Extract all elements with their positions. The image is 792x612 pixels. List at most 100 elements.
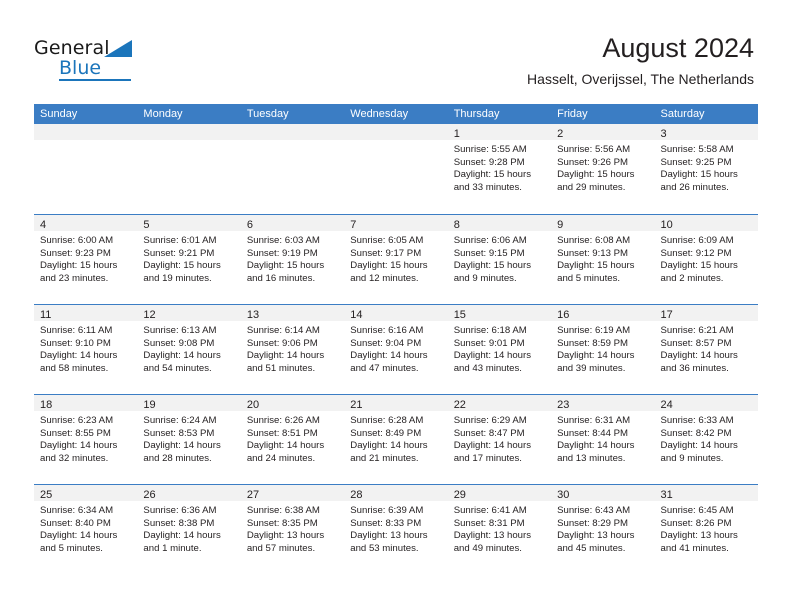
day-sun-info: Sunrise: 6:01 AM Sunset: 9:21 PM Daylight:… [137,231,240,285]
day-info-line: Sunrise: 5:58 AM [660,144,734,155]
day-info-line: Sunrise: 6:31 AM [557,415,631,426]
day-info-line: Sunrise: 6:23 AM [40,415,114,426]
day-number-band: 19 [137,395,241,411]
calendar-day-cell[interactable]: 20 Sunrise: 6:26 AM Sunset: 8:51 PM Dayligh… [240,395,345,484]
day-number-band: 9 [551,215,655,231]
day-info-line: Sunset: 8:26 PM [660,517,732,529]
day-info-line: and 33 minutes. [453,181,522,193]
calendar-page: General Blue August 2024 Hasselt, Overij… [0,0,792,612]
calendar-day-cell[interactable]: 25 Sunrise: 6:34 AM Sunset: 8:40 PM Dayligh… [34,485,138,574]
calendar-day-cell[interactable]: 23 Sunrise: 6:31 AM Sunset: 8:44 PM Dayligh… [551,395,655,484]
calendar-day-cell[interactable]: 22 Sunrise: 6:29 AM Sunset: 8:47 PM Dayligh… [447,395,552,484]
day-number: 12 [143,309,156,321]
calendar-day-cell[interactable]: 1 Sunrise: 5:55 AM Sunset: 9:28 PM Daylight… [447,124,552,214]
calendar-day-cell[interactable]: 7 Sunrise: 6:05 AM Sunset: 9:17 PM Daylight… [344,215,448,304]
day-number-band: 6 [240,215,345,231]
day-number: 23 [557,399,570,411]
day-sun-info: Sunrise: 6:14 AM Sunset: 9:06 PM Daylight:… [241,321,344,375]
day-info-line: Sunset: 9:08 PM [143,337,215,349]
day-info-line: and 13 minutes. [557,452,626,464]
calendar-day-cell[interactable]: 9 Sunrise: 6:08 AM Sunset: 9:13 PM Daylight… [551,215,655,304]
calendar-day-cell[interactable]: 15 Sunrise: 6:18 AM Sunset: 9:01 PM Dayligh… [447,305,552,394]
calendar-day-cell[interactable]: 26 Sunrise: 6:36 AM Sunset: 8:38 PM Dayligh… [137,485,241,574]
brand-logo[interactable]: General Blue [34,38,154,84]
day-info-line: and 58 minutes. [40,362,109,374]
day-info-line: Daylight: 15 hours [660,169,738,181]
calendar-week-row: 11 Sunrise: 6:11 AM Sunset: 9:10 PM Dayligh… [34,304,758,394]
day-info-line: and 26 minutes. [660,181,729,193]
day-info-line: and 49 minutes. [453,542,522,554]
weekday-header-wednesday: Wednesday [350,108,409,120]
day-info-line: and 2 minutes. [660,272,724,284]
calendar-day-cell[interactable]: 28 Sunrise: 6:39 AM Sunset: 8:33 PM Dayligh… [344,485,448,574]
day-number-band: 8 [447,215,552,231]
calendar-day-cell-empty [137,124,241,214]
day-sun-info: Sunrise: 6:39 AM Sunset: 8:33 PM Daylight:… [344,501,447,555]
calendar-day-cell[interactable]: 30 Sunrise: 6:43 AM Sunset: 8:29 PM Dayligh… [551,485,655,574]
day-sun-info: Sunrise: 6:34 AM Sunset: 8:40 PM Daylight:… [34,501,137,555]
calendar-day-cell[interactable]: 4 Sunrise: 6:00 AM Sunset: 9:23 PM Daylight… [34,215,138,304]
brand-name-general: General [34,37,110,59]
day-sun-info: Sunrise: 6:11 AM Sunset: 9:10 PM Daylight:… [34,321,137,375]
day-info-line: and 24 minutes. [246,452,316,464]
day-info-line: Sunset: 9:04 PM [350,337,422,349]
calendar-day-cell[interactable]: 5 Sunrise: 6:01 AM Sunset: 9:21 PM Daylight… [137,215,241,304]
day-number-band [240,124,345,140]
calendar-day-cell[interactable]: 27 Sunrise: 6:38 AM Sunset: 8:35 PM Dayligh… [240,485,345,574]
day-info-line: Sunrise: 6:41 AM [453,505,527,516]
day-info-line: Sunrise: 6:38 AM [246,505,320,516]
day-info-line: Daylight: 13 hours [660,530,738,542]
day-info-line: Daylight: 13 hours [453,530,532,542]
calendar-day-cell[interactable]: 12 Sunrise: 6:13 AM Sunset: 9:08 PM Dayligh… [137,305,241,394]
page-subtitle: Hasselt, Overijssel, The Netherlands [527,71,754,87]
day-number: 8 [453,219,460,231]
day-sun-info: Sunrise: 6:00 AM Sunset: 9:23 PM Daylight:… [34,231,137,285]
calendar-day-cell[interactable]: 10 Sunrise: 6:09 AM Sunset: 9:12 PM Dayligh… [654,215,758,304]
day-info-line: Daylight: 15 hours [660,260,738,272]
day-number: 15 [453,309,466,321]
day-number: 7 [350,219,357,231]
weekday-header-tuesday: Tuesday [246,108,289,120]
calendar-day-cell[interactable]: 17 Sunrise: 6:21 AM Sunset: 8:57 PM Dayligh… [654,305,758,394]
day-info-line: Daylight: 15 hours [40,260,118,272]
day-number: 2 [557,128,564,140]
day-sun-info: Sunrise: 6:06 AM Sunset: 9:15 PM Daylight:… [448,231,551,285]
day-sun-info: Sunrise: 6:03 AM Sunset: 9:19 PM Daylight:… [241,231,344,285]
day-info-line: Sunrise: 5:55 AM [453,144,527,155]
calendar-day-cell[interactable]: 8 Sunrise: 6:06 AM Sunset: 9:15 PM Daylight… [447,215,552,304]
day-info-line: Daylight: 14 hours [143,350,221,362]
day-sun-info: Sunrise: 6:41 AM Sunset: 8:31 PM Daylight:… [448,501,551,555]
day-info-line: and 12 minutes. [350,272,419,284]
day-number-band: 17 [654,305,758,321]
calendar-day-cell[interactable]: 24 Sunrise: 6:33 AM Sunset: 8:42 PM Dayligh… [654,395,758,484]
day-info-line: Sunset: 8:51 PM [246,427,318,439]
day-info-line: and 17 minutes. [453,452,522,464]
calendar-day-cell[interactable]: 21 Sunrise: 6:28 AM Sunset: 8:49 PM Dayligh… [344,395,448,484]
calendar-day-cell[interactable]: 11 Sunrise: 6:11 AM Sunset: 9:10 PM Dayligh… [34,305,138,394]
day-number: 19 [143,399,156,411]
calendar-day-cell[interactable]: 13 Sunrise: 6:14 AM Sunset: 9:06 PM Dayligh… [240,305,345,394]
calendar-day-cell[interactable]: 16 Sunrise: 6:19 AM Sunset: 8:59 PM Dayligh… [551,305,655,394]
day-number: 5 [143,219,150,231]
calendar-day-cell[interactable]: 31 Sunrise: 6:45 AM Sunset: 8:26 PM Dayligh… [654,485,758,574]
day-info-line: and 41 minutes. [660,542,729,554]
calendar-day-cell[interactable]: 14 Sunrise: 6:16 AM Sunset: 9:04 PM Dayligh… [344,305,448,394]
day-info-line: Daylight: 14 hours [246,350,325,362]
day-info-line: Sunrise: 6:11 AM [40,325,113,336]
calendar-day-cell[interactable]: 18 Sunrise: 6:23 AM Sunset: 8:55 PM Dayligh… [34,395,138,484]
day-sun-info: Sunrise: 5:56 AM Sunset: 9:26 PM Daylight:… [551,140,654,194]
calendar-day-cell[interactable]: 3 Sunrise: 5:58 AM Sunset: 9:25 PM Daylight… [654,124,758,214]
calendar-day-cell[interactable]: 2 Sunrise: 5:56 AM Sunset: 9:26 PM Daylight… [551,124,655,214]
calendar-day-cell[interactable]: 19 Sunrise: 6:24 AM Sunset: 8:53 PM Dayligh… [137,395,241,484]
weekday-header-friday: Friday [557,108,588,120]
calendar-day-cell[interactable]: 6 Sunrise: 6:03 AM Sunset: 9:19 PM Daylight… [240,215,345,304]
day-number-band: 4 [34,215,138,231]
day-info-line: Sunrise: 6:43 AM [557,505,631,516]
day-sun-info: Sunrise: 6:43 AM Sunset: 8:29 PM Daylight:… [551,501,654,555]
brand-triangle-icon [104,40,132,57]
day-number-band [137,124,241,140]
day-info-line: Daylight: 14 hours [40,350,118,362]
day-info-line: and 5 minutes. [557,272,621,284]
day-info-line: and 9 minutes. [453,272,517,284]
calendar-day-cell[interactable]: 29 Sunrise: 6:41 AM Sunset: 8:31 PM Dayligh… [447,485,552,574]
